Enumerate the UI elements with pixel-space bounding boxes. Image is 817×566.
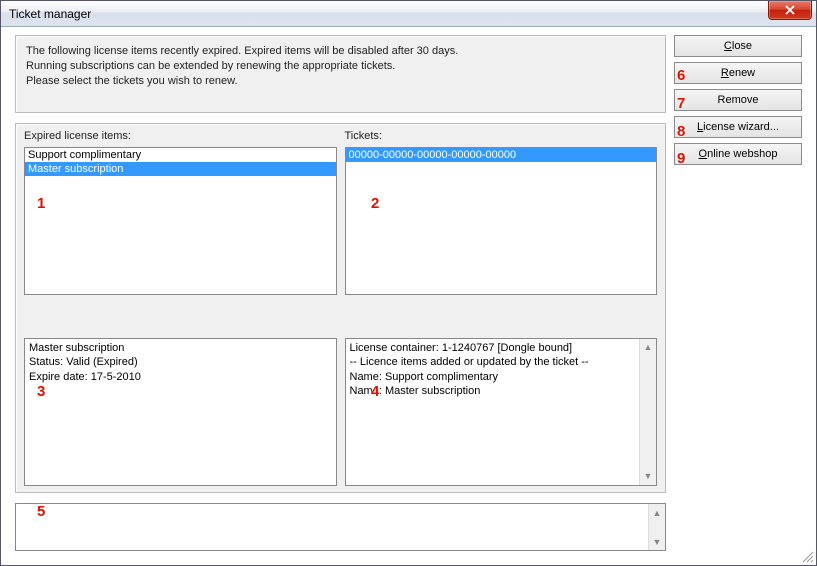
scroll-up-icon[interactable]: ▲ [649, 504, 665, 521]
expired-items-label: Expired license items: [24, 130, 337, 145]
window-close-button[interactable] [768, 1, 812, 20]
detail-line: Expire date: 17-5-2010 [29, 370, 332, 384]
detail-line: Name: Support complimentary [350, 370, 653, 384]
online-webshop-button[interactable]: Online webshop [674, 143, 802, 165]
info-line: Running subscriptions can be extended by… [26, 59, 655, 74]
right-column: Tickets: 00000-00000-00000-00000-00000 L… [345, 130, 658, 486]
titlebar[interactable]: Ticket manager [1, 1, 816, 27]
window-title: Ticket manager [9, 7, 91, 21]
left-column: Expired license items: Support complimen… [24, 130, 337, 486]
right-button-group: Close Renew Remove License wizard... Onl… [674, 35, 802, 165]
item-detail-textbox[interactable]: Master subscription Status: Valid (Expir… [24, 338, 337, 486]
content-area: The following license items recently exp… [1, 27, 816, 565]
expired-items-listbox[interactable]: Support complimentaryMaster subscription [24, 147, 337, 295]
renew-button[interactable]: Renew [674, 62, 802, 84]
detail-line: Master subscription [29, 341, 332, 355]
scroll-down-icon[interactable]: ▼ [640, 468, 656, 485]
detail-line: Status: Valid (Expired) [29, 355, 332, 369]
list-item[interactable]: Master subscription [25, 162, 336, 176]
scrollbar[interactable]: ▲ ▼ [648, 504, 665, 550]
info-panel: The following license items recently exp… [15, 35, 666, 113]
tickets-listbox[interactable]: 00000-00000-00000-00000-00000 [345, 147, 658, 295]
scroll-down-icon[interactable]: ▼ [649, 533, 665, 550]
ticket-detail-textbox[interactable]: License container: 1-1240767 [Dongle bou… [345, 338, 658, 486]
info-line: Please select the tickets you wish to re… [26, 74, 655, 89]
list-item[interactable]: 00000-00000-00000-00000-00000 [346, 148, 657, 162]
main-panel: Expired license items: Support complimen… [15, 123, 666, 493]
detail-line: License container: 1-1240767 [Dongle bou… [350, 341, 653, 355]
detail-line: -- Licence items added or updated by the… [350, 355, 653, 369]
scroll-up-icon[interactable]: ▲ [640, 339, 656, 356]
close-button[interactable]: Close [674, 35, 802, 57]
tickets-label: Tickets: [345, 130, 658, 145]
detail-line: Name: Master subscription [350, 384, 653, 398]
remove-button[interactable]: Remove [674, 89, 802, 111]
list-item[interactable]: Support complimentary [25, 148, 336, 162]
scrollbar[interactable]: ▲ ▼ [639, 339, 656, 485]
resize-grip-icon[interactable] [800, 549, 814, 563]
license-wizard-button[interactable]: License wizard... [674, 116, 802, 138]
log-textbox[interactable]: ▲ ▼ [15, 503, 666, 551]
info-line: The following license items recently exp… [26, 44, 655, 59]
close-icon [784, 5, 796, 15]
